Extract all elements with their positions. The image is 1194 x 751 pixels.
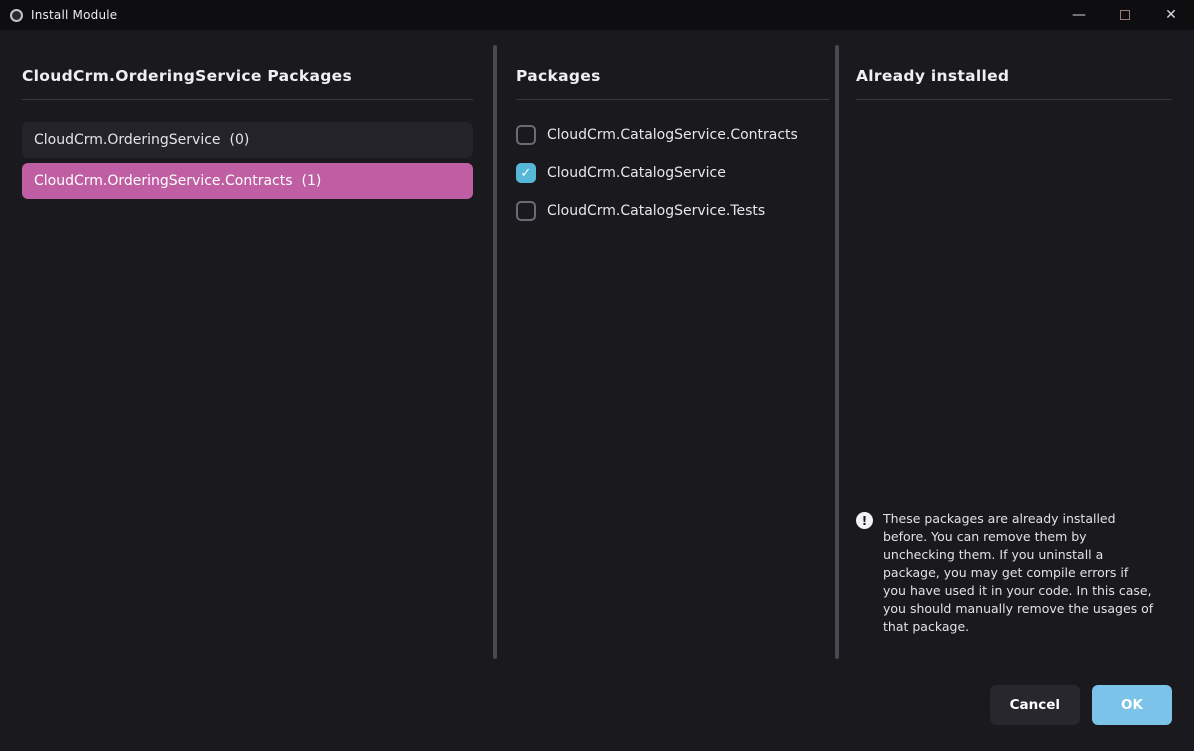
module-item-orderingservice[interactable]: CloudCrm.OrderingService (0): [22, 122, 473, 158]
packages-panel: Packages ✓ CloudCrm.CatalogService.Contr…: [497, 30, 835, 751]
module-item-count: (0): [230, 132, 250, 148]
package-row-catalogservice-contracts[interactable]: ✓ CloudCrm.CatalogService.Contracts: [516, 122, 829, 148]
package-row-catalogservice-tests[interactable]: ✓ CloudCrm.CatalogService.Tests: [516, 198, 829, 224]
window-title: Install Module: [31, 8, 117, 22]
already-installed-heading: Already installed: [856, 67, 1172, 100]
info-block: ! These packages are already installed b…: [856, 510, 1172, 636]
package-label: CloudCrm.CatalogService.Contracts: [547, 127, 798, 143]
package-label: CloudCrm.CatalogService.Tests: [547, 203, 765, 219]
maximize-square-glyph: [1120, 10, 1130, 20]
info-exclamation-icon: !: [856, 512, 873, 529]
modules-panel-heading: CloudCrm.OrderingService Packages: [22, 67, 473, 100]
packages-panel-heading: Packages: [516, 67, 829, 100]
close-icon[interactable]: ✕: [1148, 0, 1194, 30]
modules-panel: CloudCrm.OrderingService Packages CloudC…: [0, 30, 493, 751]
already-installed-panel: Already installed ! These packages are a…: [839, 30, 1194, 751]
module-item-label: CloudCrm.OrderingService: [34, 132, 221, 148]
titlebar: Install Module — ✕: [0, 0, 1194, 30]
module-list: CloudCrm.OrderingService (0) CloudCrm.Or…: [22, 122, 473, 199]
checkmark-icon: ✓: [521, 166, 532, 181]
module-item-orderingservice-contracts[interactable]: CloudCrm.OrderingService.Contracts (1): [22, 163, 473, 199]
checkbox[interactable]: ✓: [516, 201, 536, 221]
maximize-icon[interactable]: [1102, 0, 1148, 30]
cancel-button[interactable]: Cancel: [990, 685, 1080, 725]
window-controls: — ✕: [1056, 0, 1194, 30]
checkbox[interactable]: ✓: [516, 125, 536, 145]
module-item-label: CloudCrm.OrderingService.Contracts: [34, 173, 293, 189]
footer-buttons: Cancel OK: [990, 685, 1172, 725]
package-label: CloudCrm.CatalogService: [547, 165, 726, 181]
checkbox[interactable]: ✓: [516, 163, 536, 183]
module-item-count: (1): [302, 173, 322, 189]
app-logo-icon: [10, 9, 23, 22]
ok-button[interactable]: OK: [1092, 685, 1172, 725]
minimize-icon[interactable]: —: [1056, 0, 1102, 30]
package-row-catalogservice[interactable]: ✓ CloudCrm.CatalogService: [516, 160, 829, 186]
info-text: These packages are already installed bef…: [883, 510, 1155, 636]
dialog-content: CloudCrm.OrderingService Packages CloudC…: [0, 30, 1194, 751]
package-list: ✓ CloudCrm.CatalogService.Contracts ✓ Cl…: [516, 122, 829, 224]
